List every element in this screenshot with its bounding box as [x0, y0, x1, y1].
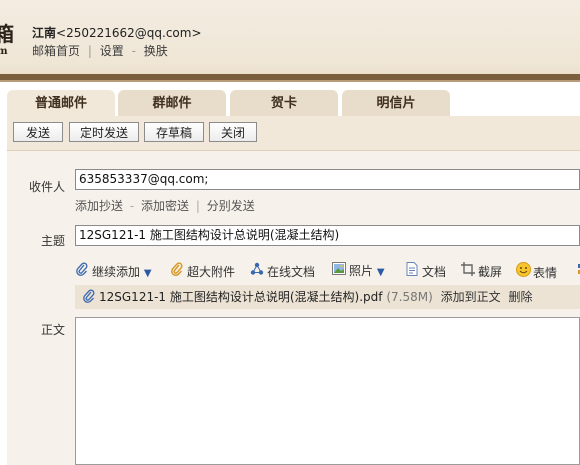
- to-input[interactable]: 635853337@qq.com;: [75, 169, 580, 190]
- tab-postcard[interactable]: 明信片: [342, 90, 450, 116]
- big-attachment-icon: [170, 262, 184, 281]
- online-doc-icon: [250, 262, 264, 281]
- big-attachment-label: 超大附件: [187, 265, 236, 279]
- photo-tool[interactable]: 照片 ▼: [332, 262, 385, 280]
- header-links: 邮箱首页 | 设置 - 换肤: [32, 42, 168, 59]
- screenshot-icon: [461, 262, 475, 281]
- body-editor[interactable]: [75, 317, 580, 465]
- mailbox-logo[interactable]: 箱 m: [0, 22, 22, 70]
- continue-add-attachment-tool[interactable]: 继续添加 ▼: [75, 262, 152, 280]
- add-cc-link[interactable]: 添加抄送: [75, 199, 123, 213]
- tab-normal-mail[interactable]: 普通邮件: [7, 90, 115, 116]
- document-label: 文档: [422, 265, 447, 279]
- emoticon-label: 表情: [533, 266, 558, 280]
- delete-attachment-link[interactable]: 删除: [508, 290, 532, 304]
- user-info: 江南<250221662@qq.com>: [32, 24, 202, 41]
- user-email: <250221662@qq.com>: [56, 26, 202, 40]
- subject-input[interactable]: 12SG121-1 施工图结构设计总说明(混凝土结构): [75, 225, 580, 246]
- emoticon-tool[interactable]: 表情: [516, 262, 557, 280]
- compose-tabs: 普通邮件 群邮件 贺卡 明信片: [0, 82, 580, 116]
- grid-icon: [575, 262, 580, 280]
- compose-toolbar: 发送 定时发送 存草稿 关闭: [7, 116, 580, 150]
- attachment-clip-icon: [83, 285, 99, 309]
- mail-header: 箱 m 江南<250221662@qq.com> 邮箱首页 | 设置 - 换肤: [0, 0, 580, 80]
- link-separator: -: [131, 44, 136, 58]
- screenshot-tool[interactable]: 截屏: [461, 262, 502, 280]
- logo-suffix: m: [0, 46, 8, 57]
- recipient-options: 添加抄送 - 添加密送 | 分别发送: [75, 197, 255, 214]
- save-draft-button[interactable]: 存草稿: [144, 122, 204, 142]
- compose-form: 收件人 635853337@qq.com; 添加抄送 - 添加密送 | 分别发送…: [7, 150, 580, 465]
- scheduled-send-button[interactable]: 定时发送: [69, 122, 139, 142]
- more-tool-icon[interactable]: [575, 262, 580, 280]
- close-button[interactable]: 关闭: [209, 122, 257, 142]
- attachment-filename: 12SG121-1 施工图结构设计总说明(混凝土结构).pdf: [99, 290, 383, 304]
- option-separator: |: [195, 199, 200, 213]
- screenshot-label: 截屏: [478, 265, 503, 279]
- subject-label: 主题: [40, 234, 65, 248]
- change-skin-link[interactable]: 换肤: [144, 44, 168, 58]
- logo-char: 箱: [0, 22, 14, 46]
- mailbox-home-link[interactable]: 邮箱首页: [32, 44, 80, 58]
- big-attachment-tool[interactable]: 超大附件: [170, 262, 235, 280]
- continue-add-label: 继续添加: [92, 265, 141, 279]
- online-doc-label: 在线文档: [267, 265, 316, 279]
- emoticon-icon: [516, 262, 531, 282]
- document-tool[interactable]: 文档: [405, 262, 446, 280]
- option-separator: -: [129, 199, 135, 213]
- link-separator: |: [87, 44, 92, 58]
- photo-label: 照片: [349, 264, 374, 278]
- settings-link[interactable]: 设置: [100, 44, 124, 58]
- to-label: 收件人: [28, 180, 65, 194]
- send-separately-link[interactable]: 分别发送: [207, 199, 255, 213]
- chevron-down-icon[interactable]: ▼: [377, 267, 385, 278]
- user-name: 江南: [32, 26, 57, 40]
- document-icon: [405, 262, 419, 281]
- photo-icon: [332, 262, 346, 280]
- paperclip-icon: [75, 262, 89, 281]
- add-bcc-link[interactable]: 添加密送: [141, 199, 189, 213]
- add-to-body-link[interactable]: 添加到正文: [441, 290, 501, 304]
- tab-group-mail[interactable]: 群邮件: [118, 90, 226, 116]
- send-button[interactable]: 发送: [13, 122, 63, 142]
- insert-toolbar: 继续添加 ▼ 超大附件 在线文档 照片 ▼ 文档 截屏 表情: [75, 259, 580, 281]
- chevron-down-icon[interactable]: ▼: [144, 268, 152, 279]
- attachment-size: (7.58M): [386, 290, 433, 304]
- attachment-item: 12SG121-1 施工图结构设计总说明(混凝土结构).pdf (7.58M) …: [75, 285, 580, 309]
- tab-greeting-card[interactable]: 贺卡: [230, 90, 338, 116]
- body-label: 正文: [40, 323, 65, 337]
- online-doc-tool[interactable]: 在线文档: [250, 262, 315, 280]
